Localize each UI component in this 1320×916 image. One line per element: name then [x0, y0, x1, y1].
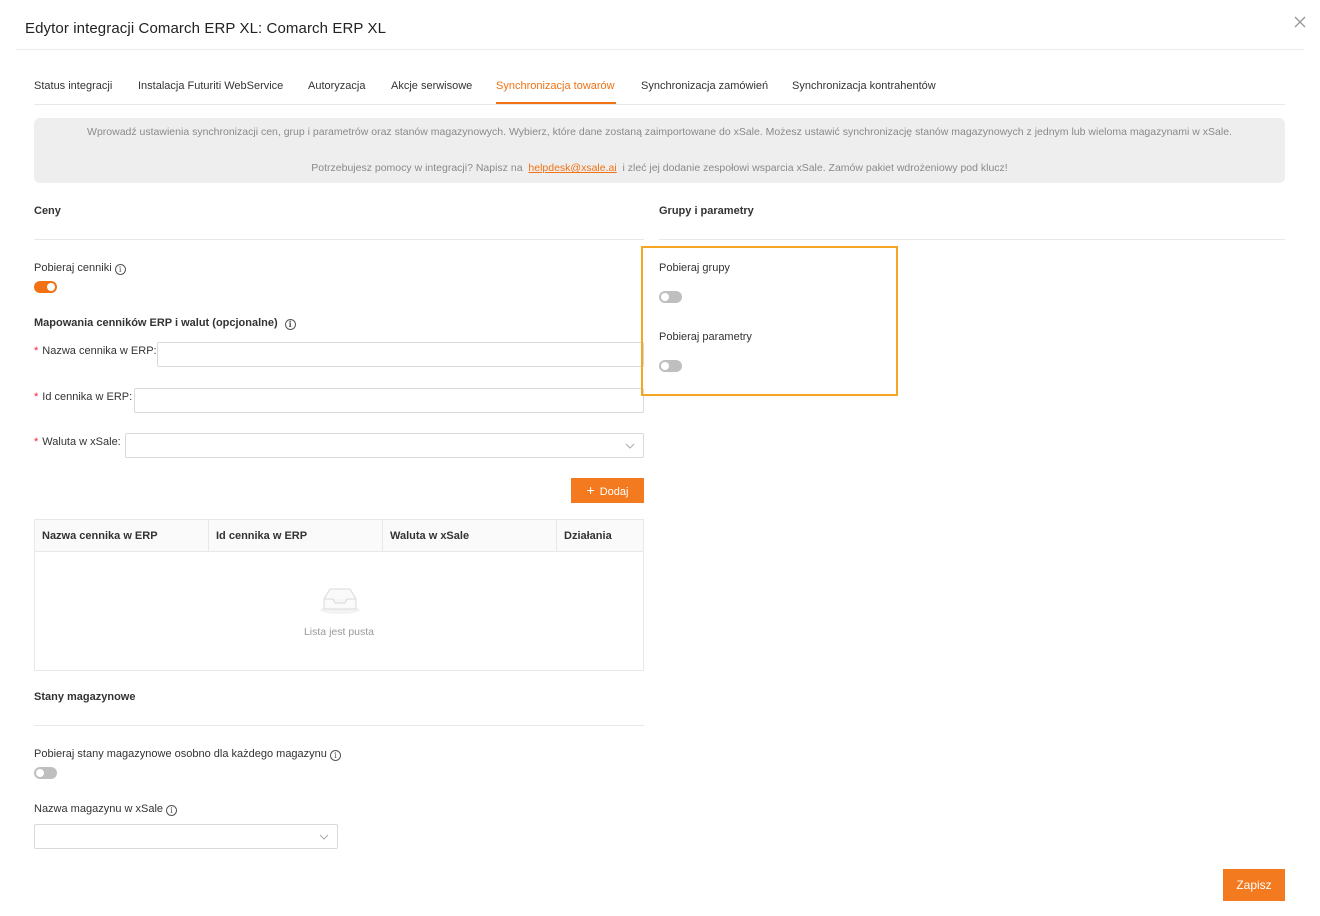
help-text-before: Potrzebujesz pomocy w integracji? Napisz… [311, 162, 523, 174]
fetch-pricelists-toggle[interactable] [34, 281, 57, 293]
pricelist-name-label: * Nazwa cennika w ERP: [34, 345, 157, 357]
toggle-knob [661, 362, 669, 370]
toggle-knob [36, 769, 44, 777]
per-warehouse-label: Pobieraj stany magazynowe osobno dla każ… [34, 748, 341, 761]
fetch-pricelists-label-text: Pobieraj cenniki [34, 262, 112, 274]
mapping-title-text: Mapowania cenników ERP i walut (opcjonal… [34, 317, 278, 329]
info-icon[interactable]: i [166, 805, 178, 816]
tab-autoryzacja[interactable]: Autoryzacja [308, 80, 365, 92]
column-header[interactable]: Id cennika w ERP [209, 520, 383, 552]
currency-label: * Waluta w xSale: [34, 436, 121, 448]
close-icon[interactable] [1292, 14, 1308, 30]
prices-divider [34, 239, 644, 240]
required-mark: * [34, 345, 39, 357]
currency-label-text: Waluta w xSale: [42, 436, 121, 448]
toggle-knob [661, 293, 669, 301]
save-button[interactable]: Zapisz [1223, 869, 1285, 901]
warehouse-name-label: Nazwa magazynu w xSale i [34, 803, 178, 816]
empty-inbox-icon [320, 588, 360, 614]
info-icon[interactable]: i [284, 319, 296, 330]
column-header[interactable]: Działania [557, 520, 643, 552]
info-text: Wprowadź ustawienia synchronizacji cen, … [87, 126, 1232, 138]
groups-divider [659, 239, 1285, 240]
fetch-groups-label: Pobieraj grupy [659, 262, 730, 274]
plus-icon: + [586, 482, 595, 498]
table-header: Nazwa cennika w ERP Id cennika w ERP Wal… [35, 520, 643, 552]
fetch-groups-toggle[interactable] [659, 291, 682, 303]
column-header[interactable]: Nazwa cennika w ERP [35, 520, 209, 552]
warehouse-name-label-text: Nazwa magazynu w xSale [34, 803, 164, 815]
pricelist-name-input[interactable] [157, 342, 644, 367]
help-text: Potrzebujesz pomocy w integracji? Napisz… [34, 162, 1285, 174]
mappings-table: Nazwa cennika w ERP Id cennika w ERP Wal… [34, 519, 644, 671]
fetch-params-label: Pobieraj parametry [659, 331, 752, 343]
toggle-knob [47, 283, 55, 291]
mapping-title: Mapowania cenników ERP i walut (opcjonal… [34, 317, 296, 330]
prices-section-title: Ceny [34, 205, 61, 217]
required-mark: * [34, 436, 39, 448]
tab-synchronizacja-towarow[interactable]: Synchronizacja towarów [496, 80, 615, 92]
tab-instalacja-webservice[interactable]: Instalacja Futuriti WebService [138, 80, 283, 92]
per-warehouse-toggle[interactable] [34, 767, 57, 779]
warehouse-name-select[interactable] [34, 824, 338, 849]
help-text-after: i zleć jej dodanie zespołowi wsparcia xS… [622, 162, 1008, 174]
pricelist-id-input[interactable] [134, 388, 644, 413]
per-warehouse-label-text: Pobieraj stany magazynowe osobno dla każ… [34, 748, 327, 760]
pricelist-id-label-text: Id cennika w ERP: [42, 391, 133, 403]
info-icon[interactable]: i [329, 750, 341, 761]
info-icon[interactable]: i [114, 264, 126, 275]
tab-synchronizacja-kontrahentow[interactable]: Synchronizacja kontrahentów [792, 80, 936, 92]
chevron-down-icon [625, 443, 635, 449]
fetch-pricelists-label: Pobieraj cenniki i [34, 262, 126, 275]
empty-list-text: Lista jest pusta [303, 626, 375, 638]
header-divider [16, 49, 1304, 50]
groups-section-title: Grupy i parametry [659, 205, 754, 217]
tab-akcje-serwisowe[interactable]: Akcje serwisowe [391, 80, 472, 92]
info-banner: Wprowadź ustawienia synchronizacji cen, … [34, 118, 1285, 183]
column-header[interactable]: Waluta w xSale [383, 520, 557, 552]
currency-select[interactable] [125, 433, 644, 458]
active-tab-indicator [496, 102, 616, 104]
stock-divider [34, 725, 644, 726]
tab-synchronizacja-zamowien[interactable]: Synchronizacja zamówień [641, 80, 768, 92]
pricelist-id-label: * Id cennika w ERP: [34, 391, 132, 403]
add-button-label: Dodaj [599, 486, 629, 498]
helpdesk-link[interactable]: helpdesk@xsale.ai [528, 162, 616, 174]
stock-section-title: Stany magazynowe [34, 691, 136, 703]
required-mark: * [34, 391, 39, 403]
tab-status-integracji[interactable]: Status integracji [34, 80, 112, 92]
fetch-params-toggle[interactable] [659, 360, 682, 372]
pricelist-name-label-text: Nazwa cennika w ERP: [42, 345, 157, 357]
chevron-down-icon [319, 834, 329, 840]
dialog-title: Edytor integracji Comarch ERP XL: Comarc… [25, 20, 387, 37]
tab-bar: Status integracji Instalacja Futuriti We… [34, 74, 1285, 105]
add-mapping-button[interactable]: + Dodaj [571, 478, 644, 503]
